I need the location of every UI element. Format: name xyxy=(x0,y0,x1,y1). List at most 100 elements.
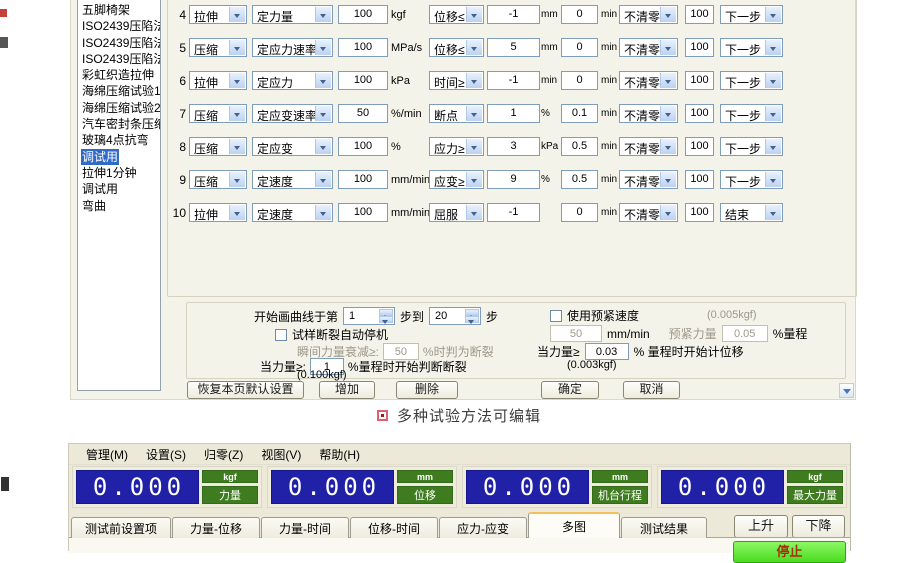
chevron-down-icon[interactable] xyxy=(765,139,781,154)
method-list-item[interactable]: 彩虹织造拉伸 xyxy=(78,67,160,83)
step-zero-select[interactable]: 不清零 xyxy=(619,38,678,57)
step-zero-select[interactable]: 不清零 xyxy=(619,104,678,123)
step-hold-time-input[interactable]: 0 xyxy=(561,38,598,57)
display-name-badge[interactable]: 力量 xyxy=(202,486,258,504)
method-list-item[interactable]: ISO2439压陷法 xyxy=(78,51,160,67)
step-hold-time-input[interactable]: 0 xyxy=(561,5,598,24)
step-value-input[interactable]: 100 xyxy=(338,203,388,222)
chevron-down-icon[interactable] xyxy=(660,172,676,187)
step-range-percent-input[interactable]: 100 xyxy=(685,203,714,222)
chevron-down-icon[interactable] xyxy=(229,205,245,220)
chevron-down-icon[interactable] xyxy=(315,205,331,220)
chevron-down-icon[interactable] xyxy=(315,106,331,121)
tab[interactable]: 应力-应变 xyxy=(439,517,527,538)
auto-stop-checkbox[interactable] xyxy=(275,329,287,341)
chevron-down-icon[interactable] xyxy=(765,40,781,55)
display-name-badge[interactable]: 最大力量 xyxy=(787,486,843,504)
chevron-down-icon[interactable] xyxy=(660,73,676,88)
tab[interactable]: 力量-位移 xyxy=(172,517,260,538)
step-value-input[interactable]: 100 xyxy=(338,170,388,189)
menu-item[interactable]: 管理(M) xyxy=(77,446,137,463)
method-list-item[interactable]: 玻璃4点抗弯 xyxy=(78,132,160,148)
step-direction-select[interactable]: 压缩 xyxy=(189,104,247,123)
cancel-button[interactable]: 取消 xyxy=(623,381,680,399)
step-value-input[interactable]: 100 xyxy=(338,5,388,24)
method-list-item[interactable]: 汽车密封条压缩 xyxy=(78,116,160,132)
tab[interactable]: 测试前设置项 xyxy=(71,517,171,538)
scrollbar-down-icon[interactable] xyxy=(839,383,854,398)
step-mode-select[interactable]: 定应力 xyxy=(252,71,333,90)
display-name-badge[interactable]: 位移 xyxy=(397,486,453,504)
step-condition-value-input[interactable]: -1 xyxy=(487,203,540,222)
chevron-down-icon[interactable] xyxy=(315,139,331,154)
use-preload-checkbox[interactable] xyxy=(550,310,562,322)
chevron-down-icon[interactable] xyxy=(466,172,482,187)
step-range-percent-input[interactable]: 100 xyxy=(685,137,714,156)
step-range-percent-input[interactable]: 100 xyxy=(685,104,714,123)
chevron-down-icon[interactable] xyxy=(229,172,245,187)
displacement-start-input[interactable]: 0.03 xyxy=(585,343,629,360)
delete-button[interactable]: 删除 xyxy=(396,381,458,399)
chevron-down-icon[interactable] xyxy=(315,40,331,55)
step-next-action-select[interactable]: 下一步 xyxy=(720,104,783,123)
step-condition-value-input[interactable]: 1 xyxy=(487,104,540,123)
step-value-input[interactable]: 100 xyxy=(338,71,388,90)
step-condition-select[interactable]: 时间≥ xyxy=(429,71,484,90)
step-condition-select[interactable]: 断点 xyxy=(429,104,484,123)
chevron-down-icon[interactable] xyxy=(229,139,245,154)
step-value-input[interactable]: 100 xyxy=(338,38,388,57)
method-list-item[interactable]: ISO2439压陷法 xyxy=(78,18,160,34)
step-next-action-select[interactable]: 下一步 xyxy=(720,137,783,156)
chevron-down-icon[interactable] xyxy=(466,139,482,154)
step-zero-select[interactable]: 不清零 xyxy=(619,170,678,189)
chevron-down-icon[interactable] xyxy=(466,106,482,121)
tab[interactable]: 位移-时间 xyxy=(350,517,438,538)
chevron-down-icon[interactable] xyxy=(765,106,781,121)
jog-down-button[interactable]: 下降 xyxy=(792,515,845,538)
chevron-down-icon[interactable] xyxy=(466,7,482,22)
ok-button[interactable]: 确定 xyxy=(541,381,599,399)
step-next-action-select[interactable]: 下一步 xyxy=(720,5,783,24)
method-list-item[interactable]: 调试用 xyxy=(78,181,160,197)
method-list[interactable]: 五脚椅架 ISO2439压陷法 ISO2439压陷法 ISO2439压陷法 彩虹… xyxy=(77,0,161,391)
step-condition-select[interactable]: 应力≥ xyxy=(429,137,484,156)
chevron-down-icon[interactable] xyxy=(660,205,676,220)
step-condition-select[interactable]: 屈服 xyxy=(429,203,484,222)
chevron-down-icon[interactable] xyxy=(315,7,331,22)
step-hold-time-input[interactable]: 0.1 xyxy=(561,104,598,123)
preload-speed-input[interactable]: 50 xyxy=(550,325,602,342)
step-direction-select[interactable]: 拉伸 xyxy=(189,203,247,222)
step-direction-select[interactable]: 拉伸 xyxy=(189,5,247,24)
chevron-down-icon[interactable] xyxy=(660,139,676,154)
chevron-down-icon[interactable] xyxy=(765,73,781,88)
display-name-badge[interactable]: 机台行程 xyxy=(592,486,648,504)
step-direction-select[interactable]: 压缩 xyxy=(189,38,247,57)
step-range-percent-input[interactable]: 100 xyxy=(685,5,714,24)
step-condition-select[interactable]: 应变≥ xyxy=(429,170,484,189)
menu-item[interactable]: 视图(V) xyxy=(252,446,310,463)
preload-force-input[interactable]: 0.05 xyxy=(722,325,768,342)
menu-item[interactable]: 归零(Z) xyxy=(195,446,252,463)
step-next-action-select[interactable]: 下一步 xyxy=(720,38,783,57)
step-value-input[interactable]: 100 xyxy=(338,137,388,156)
step-condition-value-input[interactable]: -1 xyxy=(487,5,540,24)
method-list-item[interactable]: 海绵压缩试验1 xyxy=(78,83,160,99)
step-hold-time-input[interactable]: 0 xyxy=(561,203,598,222)
step-condition-value-input[interactable]: 3 xyxy=(487,137,540,156)
step-next-action-select[interactable]: 结束 xyxy=(720,203,783,222)
step-condition-value-input[interactable]: 9 xyxy=(487,170,540,189)
step-condition-select[interactable]: 位移≤ xyxy=(429,5,484,24)
method-list-item[interactable]: 调试用 xyxy=(78,149,160,165)
step-mode-select[interactable]: 定速度 xyxy=(252,170,333,189)
step-mode-select[interactable]: 定应变速率 xyxy=(252,104,333,123)
add-button[interactable]: 增加 xyxy=(319,381,375,399)
chevron-down-icon[interactable] xyxy=(466,40,482,55)
chevron-down-icon[interactable] xyxy=(660,7,676,22)
chevron-down-icon[interactable] xyxy=(660,106,676,121)
method-list-item[interactable]: 拉伸1分钟 xyxy=(78,165,160,181)
step-next-action-select[interactable]: 下一步 xyxy=(720,71,783,90)
chevron-down-icon[interactable] xyxy=(315,73,331,88)
chevron-down-icon[interactable] xyxy=(765,7,781,22)
chevron-down-icon[interactable] xyxy=(229,40,245,55)
step-mode-select[interactable]: 定应变 xyxy=(252,137,333,156)
